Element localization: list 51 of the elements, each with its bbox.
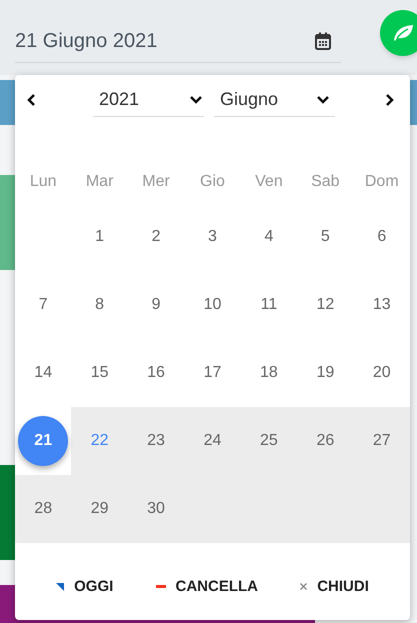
day-button[interactable]: 20: [356, 348, 407, 398]
footer-action-button[interactable]: OGGI: [52, 576, 118, 598]
footer-action-button[interactable]: CHIUDI: [296, 576, 373, 598]
day-button[interactable]: 4: [244, 212, 294, 262]
day-button[interactable]: 24: [187, 416, 238, 466]
leaf-icon: [392, 24, 414, 42]
day-button[interactable]: 5: [300, 212, 350, 262]
day-button[interactable]: 15: [74, 348, 125, 398]
day-button[interactable]: 13: [356, 280, 407, 330]
next-month-icon[interactable]: [385, 94, 394, 106]
calendar-icon[interactable]: [315, 32, 331, 50]
corner-triangle-icon: [56, 582, 64, 591]
chevron-down-icon: [317, 96, 329, 104]
month-select[interactable]: Giugno: [214, 84, 335, 116]
weekday-label: Dom: [364, 172, 400, 192]
weekday-label: Sab: [310, 172, 341, 192]
day-button[interactable]: 26: [300, 416, 350, 466]
day-button[interactable]: 7: [18, 280, 68, 330]
day-button[interactable]: 11: [244, 280, 294, 330]
day-button[interactable]: 22: [74, 416, 125, 466]
day-button[interactable]: 30: [131, 484, 182, 534]
day-button[interactable]: 1: [74, 212, 125, 262]
day-button[interactable]: 21: [18, 416, 68, 466]
weekday-label: Gio: [199, 172, 226, 192]
previous-month-icon[interactable]: [27, 94, 36, 106]
day-button[interactable]: 14: [18, 348, 68, 398]
day-button[interactable]: 3: [187, 212, 238, 262]
day-button[interactable]: 25: [244, 416, 294, 466]
day-button[interactable]: 6: [356, 212, 407, 262]
weekday-label: Ven: [254, 172, 284, 192]
day-button[interactable]: 19: [300, 348, 350, 398]
minus-icon: [156, 585, 166, 588]
chevron-down-icon: [190, 96, 202, 104]
day-button[interactable]: 27: [356, 416, 407, 466]
day-button[interactable]: 8: [74, 280, 125, 330]
day-button[interactable]: 9: [131, 280, 182, 330]
close-icon: [300, 583, 308, 590]
footer-action-button[interactable]: CANCELLA: [152, 576, 262, 598]
day-button[interactable]: 18: [244, 348, 294, 398]
day-button[interactable]: 17: [187, 348, 238, 398]
day-button[interactable]: 29: [74, 484, 125, 534]
day-button[interactable]: 16: [131, 348, 182, 398]
day-button[interactable]: 12: [300, 280, 350, 330]
weekday-label: Mar: [84, 172, 114, 192]
year-select[interactable]: 2021: [93, 84, 204, 116]
day-button[interactable]: 23: [131, 416, 182, 466]
day-button[interactable]: 28: [18, 484, 68, 534]
day-button[interactable]: 2: [131, 212, 182, 262]
day-button[interactable]: 10: [187, 280, 238, 330]
weekday-label: Lun: [28, 172, 58, 192]
weekday-label: Mer: [141, 172, 171, 192]
